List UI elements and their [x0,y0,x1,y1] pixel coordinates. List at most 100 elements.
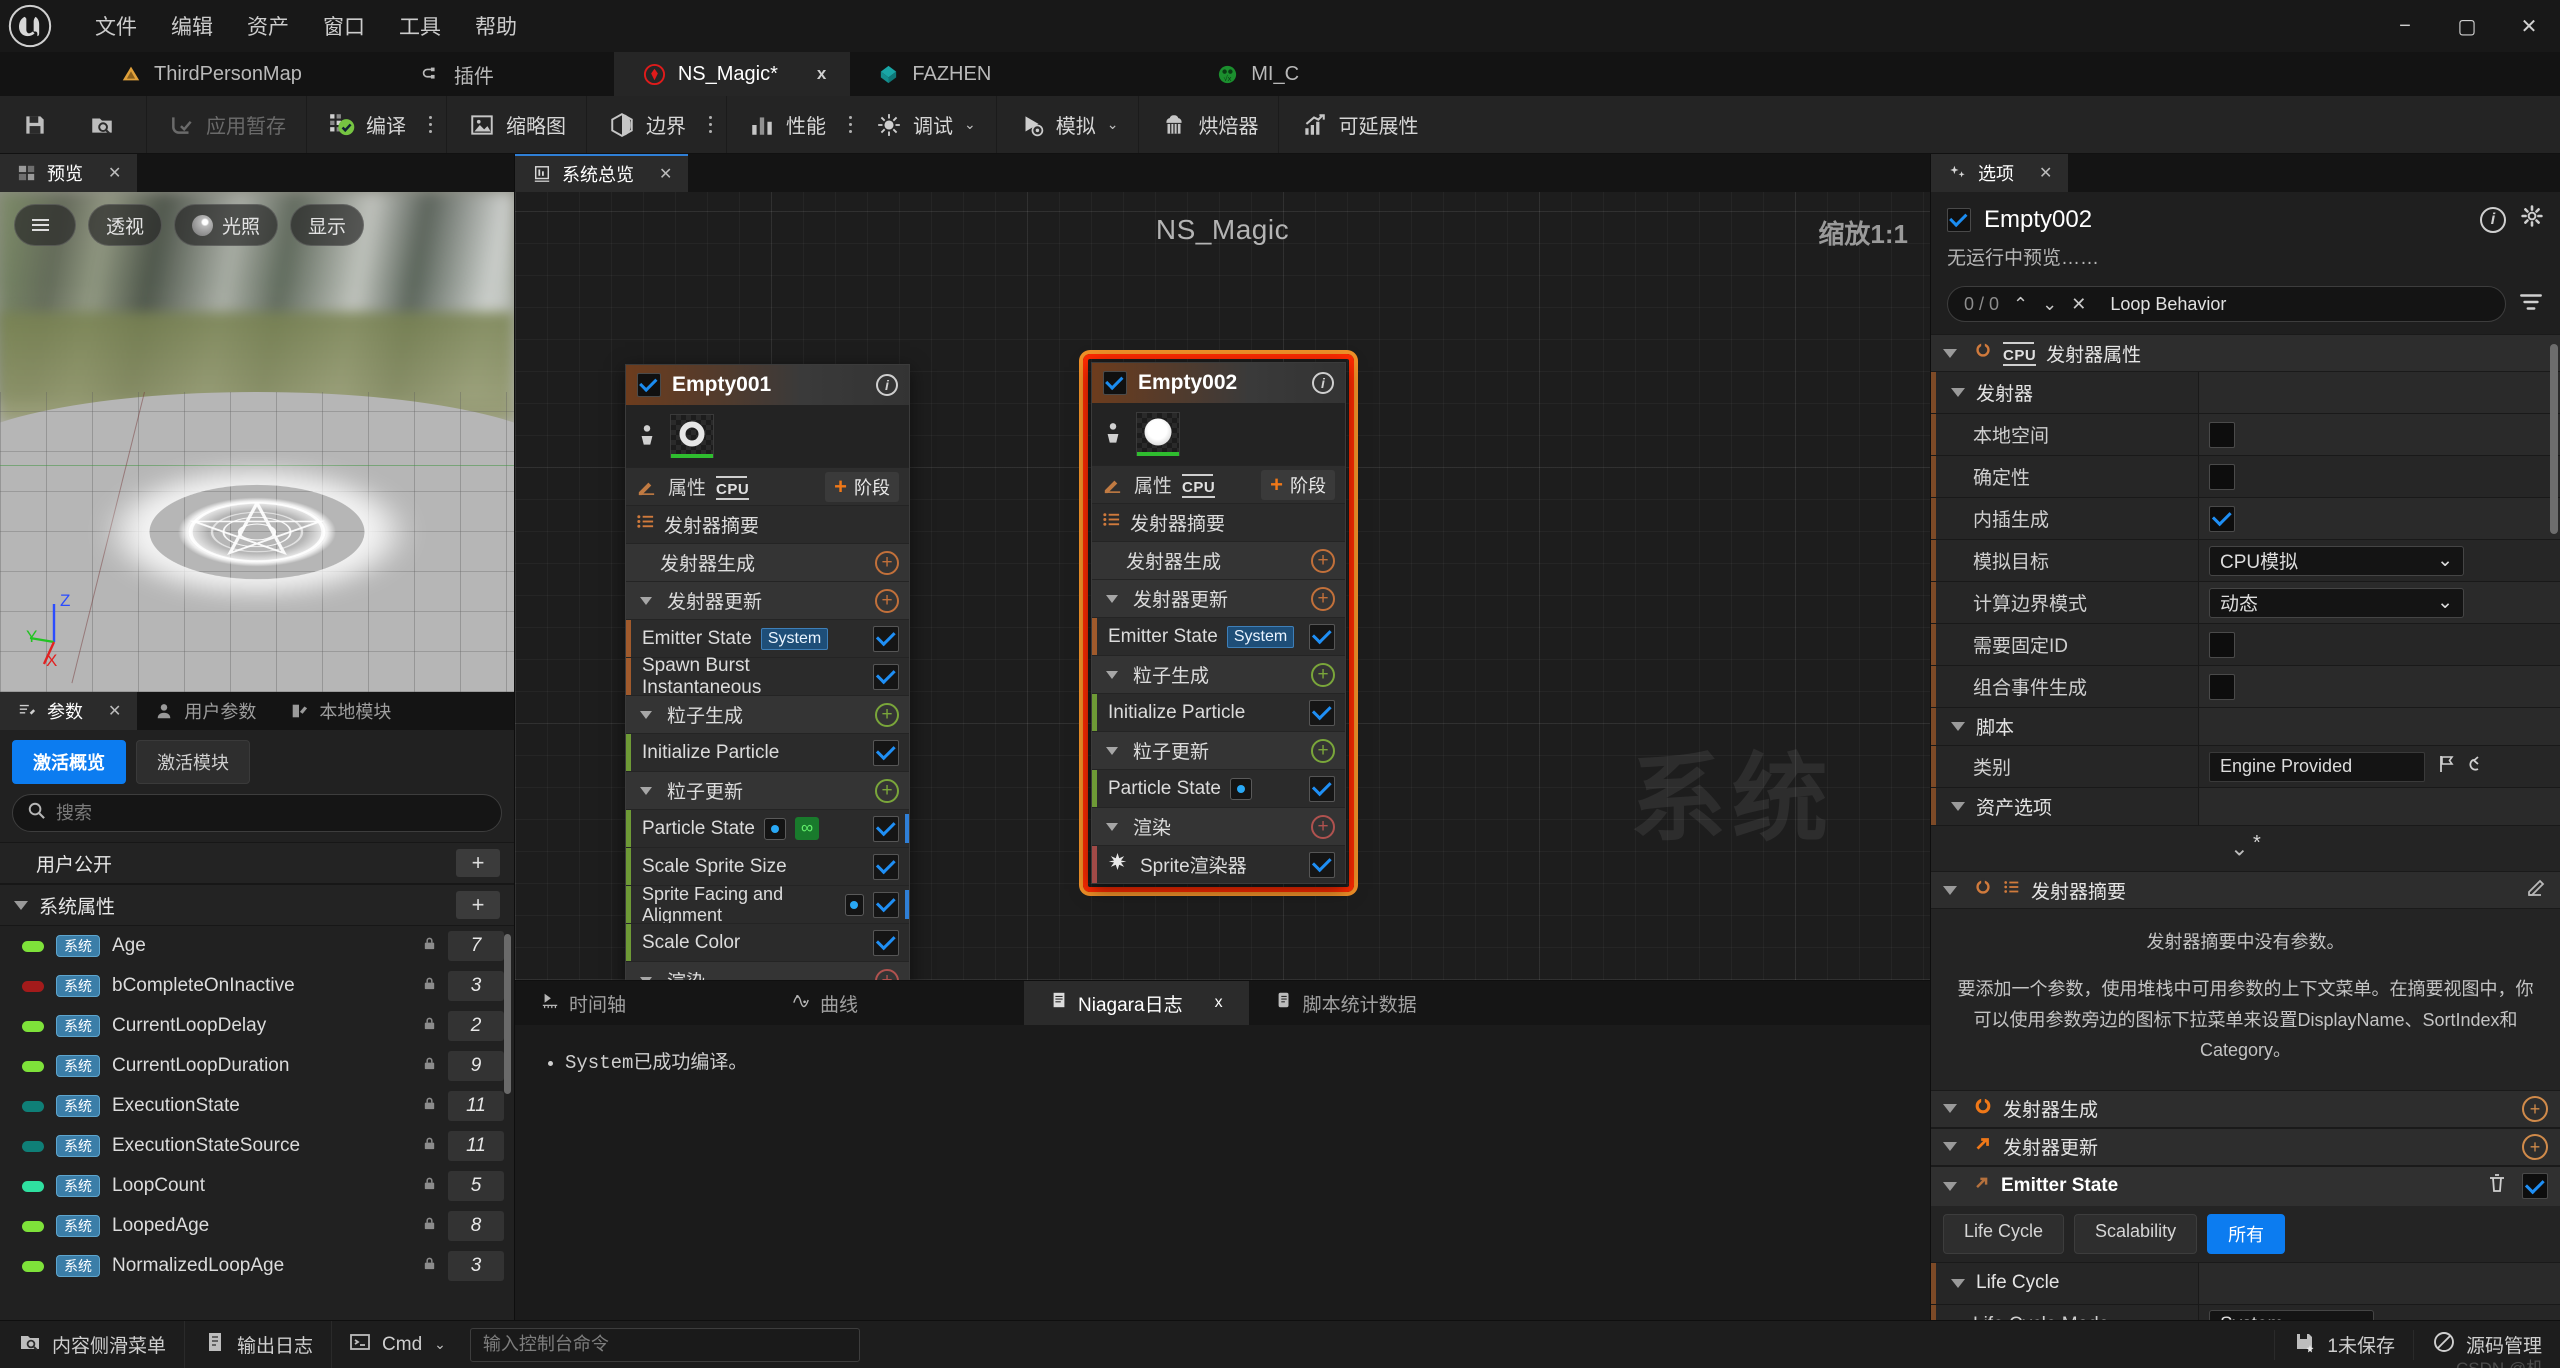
persistent-id-checkbox[interactable] [2209,631,2235,658]
module-emitter-state[interactable]: Emitter State System [626,619,909,657]
options-search-value[interactable]: Loop Behavior [2110,294,2226,315]
close-button[interactable]: ✕ [2498,0,2560,52]
module-initialize-particle[interactable]: Initialize Particle [626,733,909,771]
group-emitter-spawn[interactable]: 发射器生成 + [626,543,909,581]
module-option-icon[interactable] [764,817,786,840]
pill-all[interactable]: 所有 [2207,1213,2286,1254]
group-emitter-update[interactable]: 发射器更新 + [1092,579,1345,617]
parameter-value[interactable]: 7 [448,931,504,961]
renderer-sprite[interactable]: Sprite渲染器 [1092,845,1345,883]
group-render[interactable]: 渲染 + [626,961,909,980]
parameter-value[interactable]: 11 [448,1091,504,1121]
module-enabled-checkbox[interactable] [873,891,899,918]
scalability-button[interactable]: 可延展性 [1285,102,1432,148]
section-emitter-properties[interactable]: CPU 发射器属性 [1931,334,2560,372]
menu-help[interactable]: 帮助 [458,5,534,47]
save-button[interactable] [6,102,73,148]
apply-pending-button[interactable]: 应用暂存 [153,102,300,148]
viewport-show-button[interactable]: 显示 [290,204,365,246]
module-enabled-checkbox[interactable] [873,815,899,842]
pill-life-cycle[interactable]: Life Cycle [1943,1213,2065,1254]
menu-edit[interactable]: 编辑 [154,5,230,47]
gear-icon[interactable] [2520,204,2544,235]
baker-button[interactable]: 烘焙器 [1145,102,1272,148]
close-icon[interactable]: x [1215,994,1223,1012]
module-particle-state[interactable]: Particle State ∞ [626,809,909,847]
add-module-button[interactable]: + [875,550,899,575]
module-enabled-checkbox[interactable] [1309,623,1335,650]
add-module-button[interactable]: + [1311,548,1335,573]
group-emitter-spawn[interactable]: 发射器生成 + [1092,541,1345,579]
emitter-node-empty002[interactable]: Empty002 i 属性 CPU + 阶段 发射器摘要 发射器生成 + 发射器… [1091,362,1346,884]
bounds-button[interactable]: 边界 [593,102,700,148]
chevron-down-icon[interactable]: ⌄ [2230,835,2248,860]
filter-active-overview-button[interactable]: 激活概览 [12,740,126,784]
flag-icon[interactable] [2437,754,2457,779]
add-module-button[interactable]: + [1311,662,1335,687]
module-enabled-checkbox[interactable] [873,929,899,956]
add-module-button[interactable]: + [875,588,899,613]
group-particle-spawn[interactable]: 粒子生成 + [1092,655,1345,693]
list-item[interactable]: 系统 Age 7 [0,926,514,966]
content-drawer-button[interactable]: 内容侧滑菜单 [0,1321,186,1368]
add-renderer-button[interactable]: + [1311,814,1335,839]
performance-button[interactable]: 性能 [733,102,840,148]
emitter-summary-row[interactable]: 发射器摘要 [1092,503,1345,541]
module-option-icon[interactable] [844,893,864,916]
info-icon[interactable]: i [1312,372,1334,394]
info-icon[interactable]: i [2480,206,2506,233]
property-determinism[interactable]: 确定性 [1931,456,2560,498]
parameter-value[interactable]: 3 [448,971,504,1001]
section-user-exposed[interactable]: 用户公开 + [0,842,514,884]
menu-tools[interactable]: 工具 [382,5,458,47]
property-bounds-mode[interactable]: 计算边界模式 动态 ⌄ [1931,582,2560,624]
parameter-value[interactable]: 2 [448,1011,504,1041]
group-script[interactable]: 脚本 [1931,708,2560,746]
tab-local-modules[interactable]: 本地模块 [272,692,407,730]
output-log-button[interactable]: 输出日志 [185,1321,333,1368]
emitter-properties-row[interactable]: 属性 CPU + 阶段 [626,467,909,505]
add-module-button[interactable]: + [875,778,899,803]
tab-mi-c[interactable]: √x MI_C [1015,52,1323,96]
group-particle-spawn[interactable]: 粒子生成 + [626,695,909,733]
determinism-checkbox[interactable] [2209,463,2235,490]
parameter-list-scrollbar[interactable] [504,934,511,1094]
property-category[interactable]: 类别 Engine Provided [1931,746,2560,788]
niagara-log-content[interactable]: System已成功编译。 [515,1025,1930,1320]
close-icon[interactable]: ✕ [659,164,672,184]
module-enabled-checkbox[interactable] [1309,775,1335,802]
list-item[interactable]: 系统 CurrentLoopDuration 9 [0,1046,514,1086]
simulate-button[interactable]: 模拟 ⌄ [1003,102,1133,148]
property-interpolated-spawn[interactable]: 内插生成 [1931,498,2560,540]
group-render[interactable]: 渲染 + [1092,807,1345,845]
module-scale-color[interactable]: Scale Color [626,923,909,961]
details-panel[interactable]: CPU 发射器属性 发射器 本地空间 确定性 内插生成 模拟目标 CPU模拟 ⌄… [1931,334,2560,1320]
close-icon[interactable]: ✕ [108,163,121,183]
tab-parameters[interactable]: 参数 ✕ [0,692,138,730]
parameter-value[interactable]: 5 [448,1171,504,1201]
list-item[interactable]: 系统 LoopCount 5 [0,1166,514,1206]
property-local-space[interactable]: 本地空间 [1931,414,2560,456]
tab-timeline[interactable]: 时间轴 [515,981,652,1025]
console-command-input[interactable] [469,1327,860,1362]
module-enabled-checkbox[interactable] [873,663,899,690]
tab-system-overview[interactable]: 系统总览 ✕ [515,154,689,192]
trash-icon[interactable] [2486,1172,2508,1200]
module-emitter-state[interactable]: Emitter State System [1092,617,1345,655]
list-item[interactable]: 系统 ExecutionStateSource 11 [0,1126,514,1166]
emitter-enabled-checkbox[interactable] [1103,371,1127,395]
filter-active-modules-button[interactable]: 激活模块 [136,740,250,784]
module-enabled-checkbox[interactable] [873,739,899,766]
emitter-thumbnail[interactable] [1136,412,1180,456]
parameter-value[interactable]: 8 [448,1211,504,1241]
tab-options[interactable]: 选项 ✕ [1931,154,2069,192]
module-enabled-checkbox[interactable] [873,853,899,880]
pill-scalability[interactable]: Scalability [2074,1213,2198,1254]
section-system-attributes[interactable]: 系统属性 + [0,884,514,926]
debug-button[interactable]: 调试 ⌄ [860,102,990,148]
tab-thirdpersonmap[interactable]: ThirdPersonMap [0,52,326,96]
add-system-attribute-button[interactable]: + [456,891,500,919]
compile-button[interactable]: 编译 [313,102,420,148]
tab-ns-magic[interactable]: NS_Magic* x [613,52,851,96]
combine-event-spawn-checkbox[interactable] [2209,673,2235,700]
